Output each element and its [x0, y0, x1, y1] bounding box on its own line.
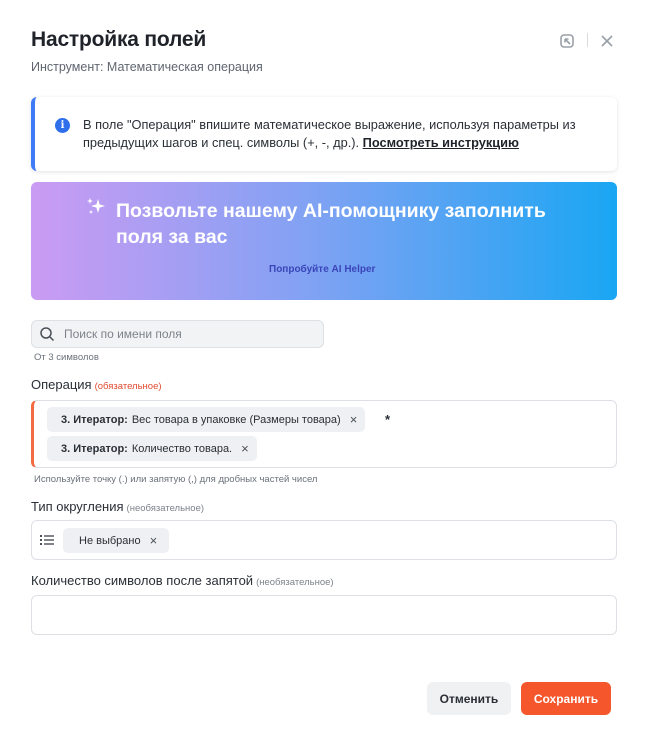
- remove-tag-icon[interactable]: ×: [350, 413, 358, 426]
- modal-title: Настройка полей: [31, 28, 207, 51]
- info-text: В поле "Операция" впишите математическое…: [83, 116, 613, 152]
- close-icon[interactable]: [597, 31, 617, 51]
- decimals-label-text: Количество символов после запятой: [31, 573, 254, 588]
- operation-hint: Используйте точку (.) или запятую (,) дл…: [34, 474, 318, 485]
- operation-field[interactable]: 3. Итератор: Вес товара в упаковке (Разм…: [31, 400, 617, 468]
- field-search[interactable]: [31, 320, 324, 348]
- info-icon: i: [55, 118, 70, 133]
- optional-marker: (необязательное): [126, 503, 205, 514]
- rounding-chip[interactable]: Не выбрано ×: [63, 528, 170, 553]
- optional-marker: (необязательное): [256, 577, 334, 588]
- instruction-link[interactable]: Посмотреть инструкцию: [363, 135, 519, 150]
- operator-symbol: *: [385, 412, 391, 427]
- try-ai-helper-button[interactable]: Попробуйте AI Helper: [269, 264, 375, 275]
- operation-tag[interactable]: 3. Итератор: Вес товара в упаковке (Разм…: [47, 407, 366, 432]
- cancel-button[interactable]: Отменить: [427, 682, 511, 715]
- tag-prefix: 3. Итератор:: [61, 442, 128, 455]
- ai-helper-banner: Позвольте нашему AI-помощнику заполнить …: [31, 182, 617, 300]
- rounding-select[interactable]: Не выбрано ×: [31, 520, 617, 560]
- tag-prefix: 3. Итератор:: [61, 413, 128, 426]
- modal-subtitle: Инструмент: Математическая операция: [31, 60, 263, 74]
- search-input[interactable]: [64, 325, 314, 343]
- collapse-icon[interactable]: [557, 31, 577, 51]
- decimals-input[interactable]: [31, 595, 617, 635]
- save-button[interactable]: Сохранить: [521, 682, 611, 715]
- ai-helper-text: Позвольте нашему AI-помощнику заполнить …: [116, 200, 546, 248]
- remove-rounding-icon[interactable]: ×: [150, 534, 158, 547]
- tag-text: Вес товара в упаковке (Размеры товара): [131, 413, 341, 426]
- rounding-label: Тип округления (необязательное): [31, 499, 204, 514]
- rounding-label-text: Тип округления: [31, 499, 124, 514]
- search-hint: От 3 символов: [34, 352, 99, 363]
- search-icon: [40, 327, 55, 342]
- rounding-value: Не выбрано: [79, 534, 141, 547]
- operation-label-text: Операция: [31, 377, 92, 392]
- sparkle-icon: [87, 198, 105, 214]
- list-icon: [40, 535, 54, 545]
- remove-tag-icon[interactable]: ×: [241, 442, 249, 455]
- tag-text: Количество товара.: [131, 442, 233, 455]
- header-divider: [587, 33, 588, 47]
- required-marker: (обязательное): [94, 381, 162, 392]
- operation-label: Операция (обязательное): [31, 377, 162, 392]
- operation-tag[interactable]: 3. Итератор: Количество товара. ×: [47, 436, 257, 461]
- info-banner: i В поле "Операция" впишите математическ…: [31, 97, 617, 171]
- decimals-label: Количество символов после запятой (необяз…: [31, 573, 334, 588]
